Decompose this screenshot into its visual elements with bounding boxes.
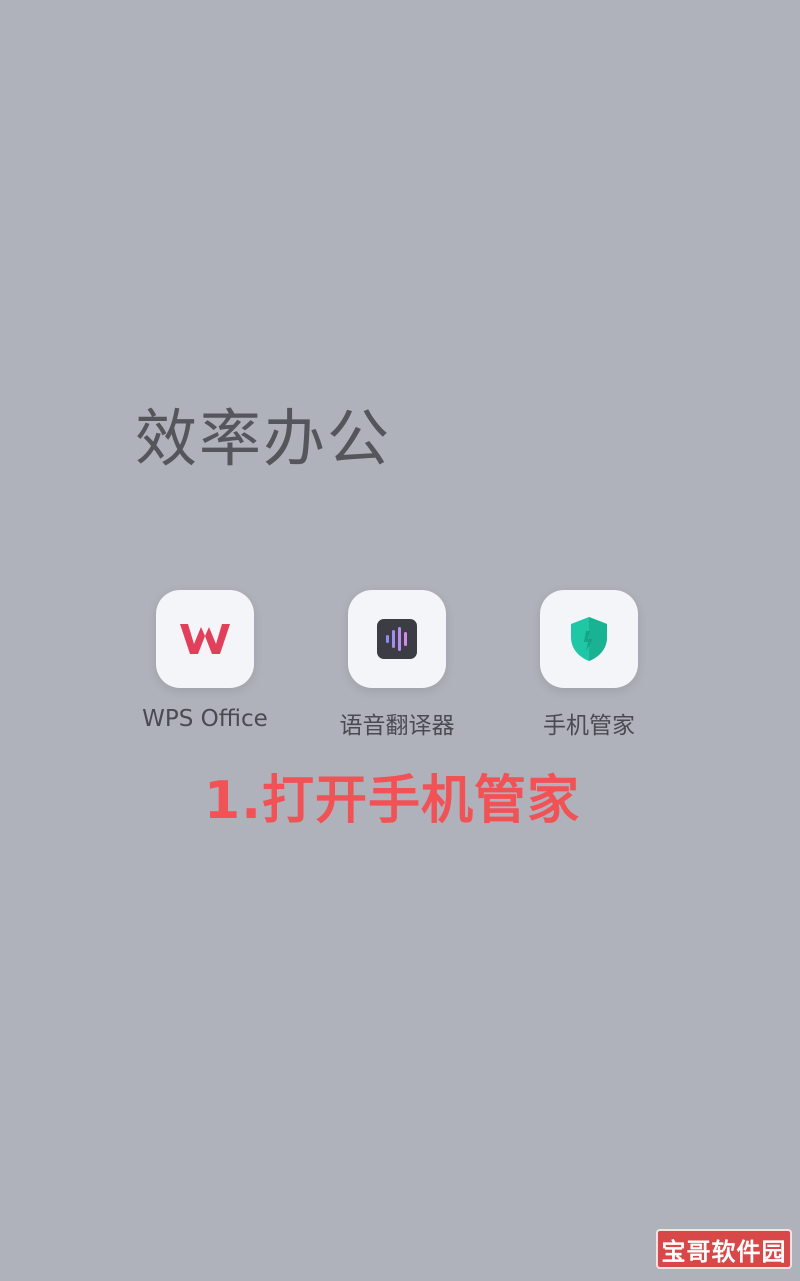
folder-title: 效率办公: [135, 402, 392, 475]
app-wps-office[interactable]: WPS Office: [105, 590, 305, 732]
app-label-voice-translator: 语音翻译器: [339, 713, 455, 739]
instruction-caption: 1.打开手机管家: [204, 771, 580, 831]
voice-translator-icon[interactable]: [348, 590, 446, 688]
app-phone-manager[interactable]: 手机管家: [489, 590, 689, 740]
app-grid: WPS Office 语音翻译器 手机管家: [0, 590, 800, 750]
app-label-phone-manager: 手机管家: [543, 713, 635, 739]
phone-manager-icon[interactable]: [540, 590, 638, 688]
watermark-logo: 宝哥软件园: [656, 1229, 792, 1269]
app-label-wps-office: WPS Office: [142, 706, 268, 732]
app-voice-translator[interactable]: 语音翻译器: [297, 590, 497, 740]
wps-office-icon[interactable]: [156, 590, 254, 688]
